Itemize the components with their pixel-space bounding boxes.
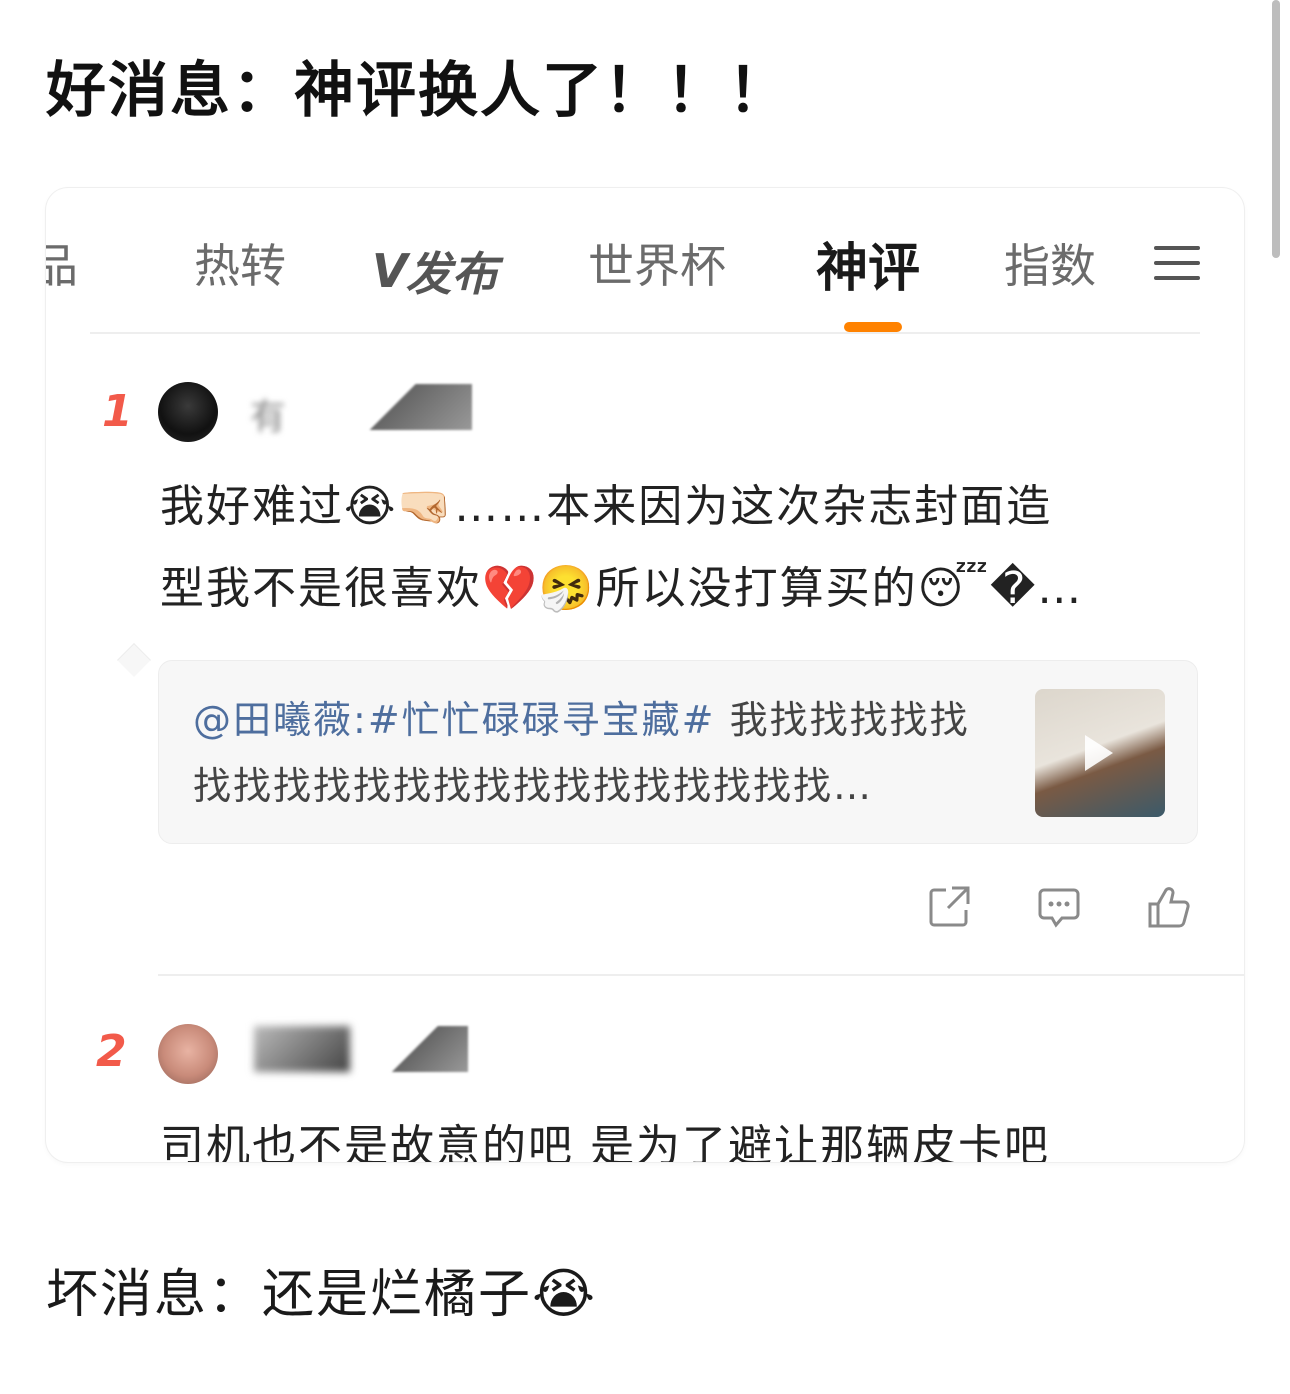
quoted-post[interactable]: @田曦薇:#忙忙碌碌寻宝藏# 我找找找找找 找找找找找找找找找找找找找找找找… bbox=[158, 660, 1198, 844]
share-icon[interactable] bbox=[926, 884, 972, 930]
comment-text: 我好难过😭🤜🏻……本来因为这次杂志封面造 型我不是很喜欢💔🤧所以没打算买的😴�… bbox=[160, 466, 1083, 630]
rank-number: 2 bbox=[96, 1026, 127, 1077]
tab-divider bbox=[90, 332, 1200, 334]
post-title: 好消息：神评换人了！！！ bbox=[46, 56, 790, 126]
tab-bar: 品 热转 V 发布 世界杯 神评 指数 bbox=[46, 188, 1244, 334]
comment-divider bbox=[158, 974, 1244, 976]
tab-label: 神评 bbox=[816, 239, 921, 299]
active-tab-indicator bbox=[844, 322, 902, 332]
redacted-username bbox=[346, 384, 472, 430]
tab-top-comments[interactable]: 神评 bbox=[816, 226, 920, 301]
play-icon bbox=[1085, 735, 1113, 771]
quote-arrow bbox=[117, 643, 151, 677]
avatar[interactable] bbox=[158, 382, 218, 442]
quote-text: 找找找找找找找找找找找找找找找找… bbox=[193, 764, 874, 808]
redacted-username bbox=[386, 1026, 468, 1072]
tab-label: 热转 bbox=[194, 239, 286, 293]
tab-label: 指数 bbox=[1004, 239, 1096, 293]
hashtag-link[interactable]: #忙忙碌碌寻宝藏# bbox=[368, 698, 716, 742]
avatar[interactable] bbox=[158, 1024, 218, 1084]
tab-hot-repost[interactable]: 热转 bbox=[194, 230, 286, 296]
comment-line: 我好难过😭🤜🏻……本来因为这次杂志封面造 bbox=[160, 481, 1053, 532]
redacted-username bbox=[254, 1026, 350, 1072]
screenshot-card: 品 热转 V 发布 世界杯 神评 指数 1 有 我好难过😭🤜🏻……本来因为这次杂… bbox=[46, 188, 1244, 1162]
tab-world-cup[interactable]: 世界杯 bbox=[588, 230, 726, 296]
v-logo-icon: V bbox=[372, 244, 408, 298]
tab-index[interactable]: 指数 bbox=[1004, 230, 1096, 296]
tab-label: 发布 bbox=[405, 247, 498, 301]
scrollbar[interactable] bbox=[1272, 0, 1280, 258]
mention-link[interactable]: @田曦薇: bbox=[193, 698, 368, 742]
crying-emoji-icon: 😭 bbox=[532, 1262, 598, 1325]
username[interactable]: 有 bbox=[250, 388, 286, 440]
rank-number: 1 bbox=[102, 386, 133, 437]
quote-text: 我找找找找找 bbox=[715, 698, 970, 742]
comment-icon[interactable] bbox=[1036, 884, 1082, 930]
tab-label: 世界杯 bbox=[588, 239, 726, 293]
tab-partial[interactable]: 品 bbox=[46, 230, 78, 296]
footer-text: 坏消息：还是烂橘子😭 bbox=[46, 1252, 597, 1327]
hamburger-menu-icon[interactable] bbox=[1154, 244, 1200, 282]
tab-v-publish[interactable]: V 发布 bbox=[372, 238, 498, 304]
comment-line: 司机也不是故意的吧 是为了避让那辆皮卡吧 bbox=[160, 1121, 1050, 1162]
comment-text: 司机也不是故意的吧 是为了避让那辆皮卡吧 bbox=[160, 1106, 1050, 1162]
footer-message: 坏消息：还是烂橘子 bbox=[46, 1265, 533, 1325]
quoted-post-text: @田曦薇:#忙忙碌碌寻宝藏# 我找找找找找 找找找找找找找找找找找找找找找找… bbox=[193, 687, 993, 819]
tab-label: 品 bbox=[46, 239, 78, 293]
like-icon[interactable] bbox=[1146, 884, 1192, 930]
video-thumbnail[interactable] bbox=[1035, 689, 1165, 817]
comment-line: 型我不是很喜欢💔🤧所以没打算买的😴�… bbox=[160, 563, 1084, 614]
